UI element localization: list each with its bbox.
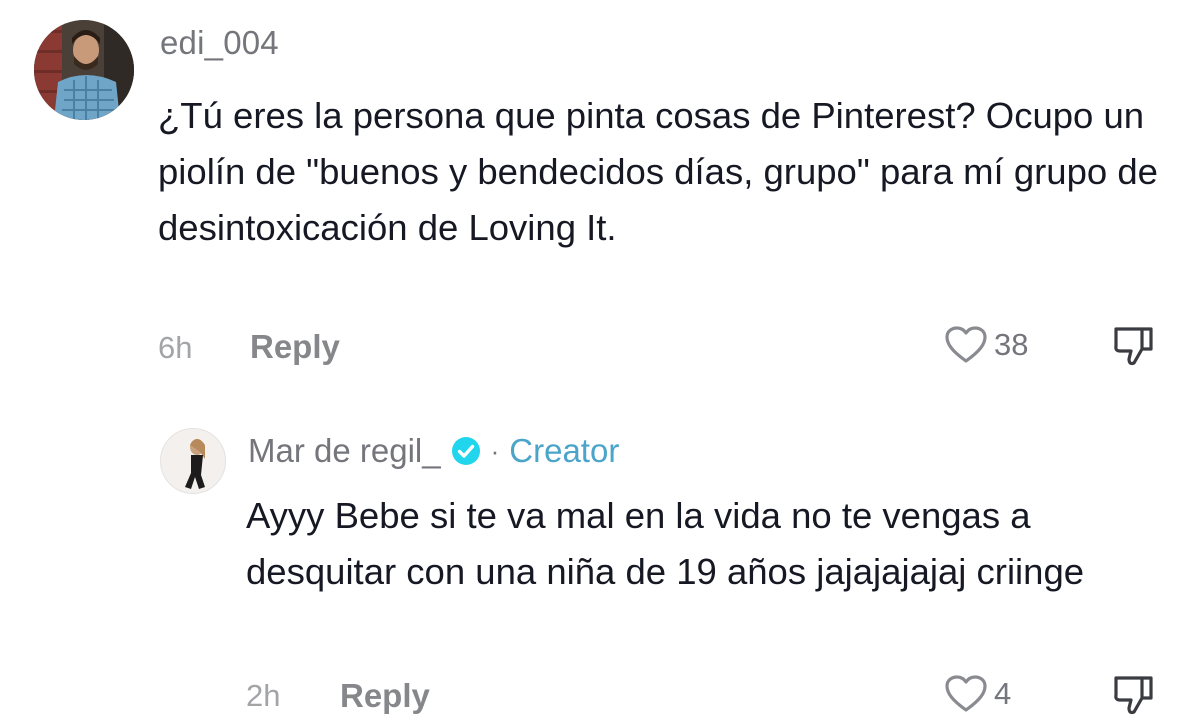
comment-item: edi_004 ¿Tú eres la persona que pinta co…: [0, 0, 1200, 400]
avatar-photo-icon: [161, 429, 225, 493]
thumbs-down-icon: [1114, 676, 1153, 715]
avatar-photo-icon: [34, 20, 134, 120]
like-button[interactable]: 38: [944, 325, 1028, 365]
creator-avatar[interactable]: [160, 428, 226, 494]
reply-timestamp: 2h: [246, 678, 281, 713]
reply-button[interactable]: Reply: [250, 328, 340, 366]
separator-dot: ·: [490, 435, 500, 466]
creator-badge: Creator: [509, 432, 620, 469]
comment-timestamp: 6h: [158, 330, 193, 365]
heart-icon: [945, 326, 987, 363]
like-button[interactable]: 4: [944, 674, 1011, 714]
reply-username[interactable]: Mar de regil_: [248, 432, 441, 470]
user-avatar[interactable]: [34, 20, 134, 120]
reply-comment-item: Mar de regil_ · Creator Ayyy Bebe si te …: [0, 400, 1200, 721]
reply-text: Ayyy Bebe si te va mal en la vida no te …: [246, 495, 1085, 592]
dislike-button[interactable]: [1110, 325, 1156, 372]
like-count: 38: [994, 327, 1029, 362]
thumbs-down-icon: [1114, 327, 1153, 366]
verified-badge-icon: [451, 437, 480, 465]
reply-button[interactable]: Reply: [340, 677, 430, 715]
comment-username[interactable]: edi_004: [160, 24, 279, 62]
reply-username-line: Mar de regil_ · Creator: [248, 432, 619, 470]
comment-text: ¿Tú eres la persona que pinta cosas de P…: [158, 95, 1158, 248]
like-count: 4: [994, 676, 1012, 711]
heart-icon: [945, 675, 987, 712]
dislike-button[interactable]: [1110, 674, 1156, 721]
